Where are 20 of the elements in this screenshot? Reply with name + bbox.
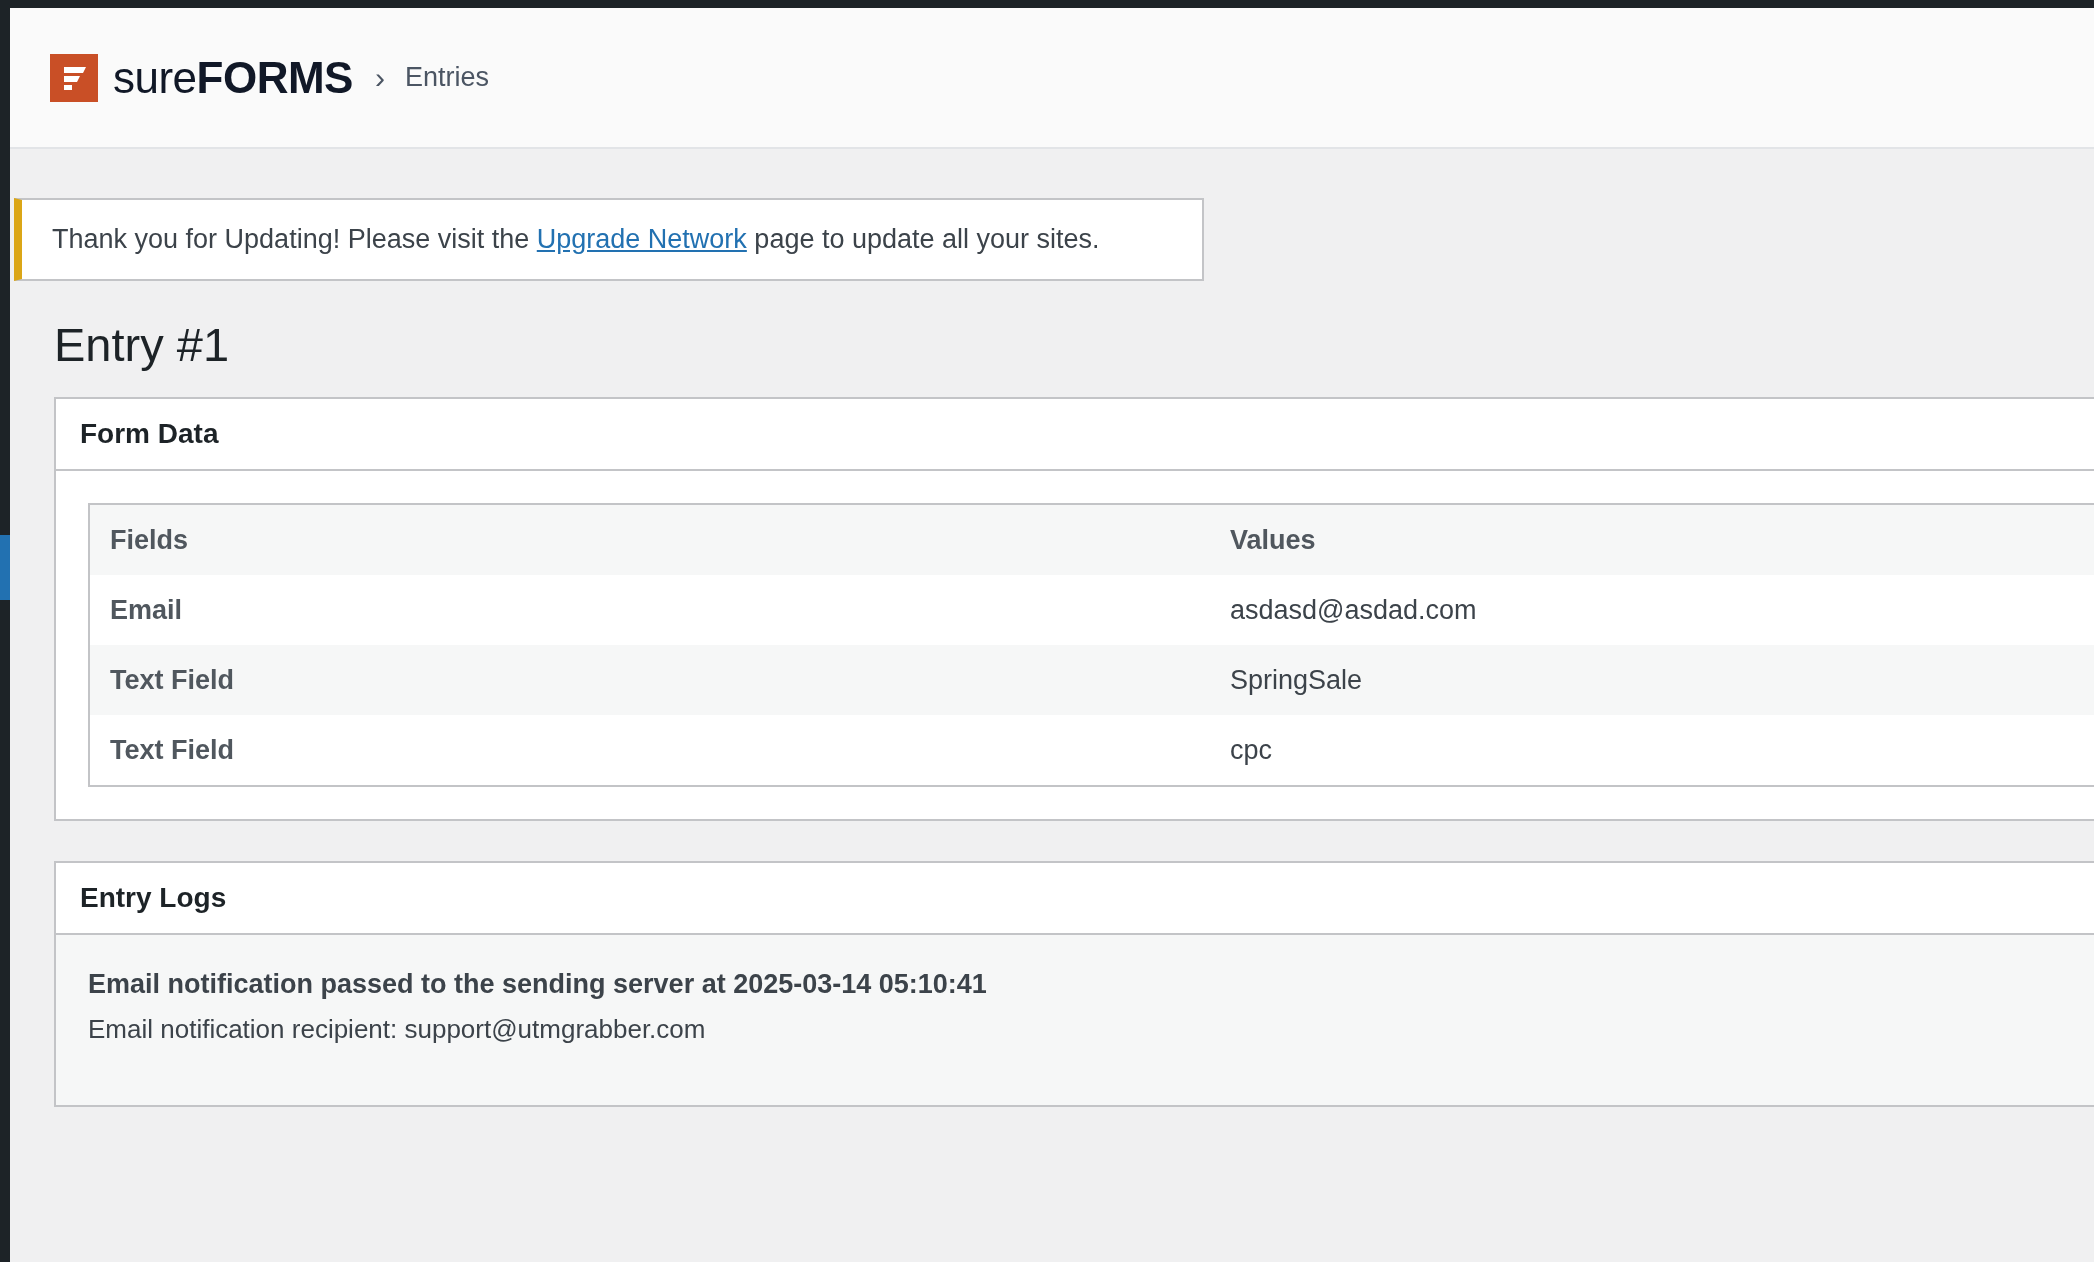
field-value-cell: cpc xyxy=(1210,715,2094,787)
breadcrumb-item[interactable]: Entries xyxy=(405,62,490,93)
field-value-cell: SpringSale xyxy=(1210,645,2094,716)
field-name-cell: Text Field xyxy=(89,645,1210,716)
column-header: Values xyxy=(1210,504,2094,576)
breadcrumb-separator: › xyxy=(375,60,385,95)
log-heading: Email notification passed to the sending server at 2025-03-14 05:10:41 xyxy=(88,969,988,1001)
log-detail: Email notification recipient: support@utmgrabber.com xyxy=(88,1014,707,1046)
notice-message: Thank you for Updating! Please visit the Upgrade Network page to update all your sites. xyxy=(52,224,1100,254)
card-title: Form Data xyxy=(80,418,219,451)
column-header: Fields xyxy=(89,504,1210,576)
page-title: Entry #1 xyxy=(54,317,231,373)
field-name-cell: Text Field xyxy=(89,715,1210,787)
upgrade-network-link[interactable]: Upgrade Network xyxy=(536,224,747,254)
logo-wordmark: sureFORMS xyxy=(113,52,353,103)
field-value-cell: asdasd@asdad.com xyxy=(1210,575,2094,646)
active-menu-marker xyxy=(0,535,10,600)
field-name-cell: Email xyxy=(89,575,1210,646)
card-title: Entry Logs xyxy=(80,882,227,915)
logo-icon xyxy=(50,53,98,102)
